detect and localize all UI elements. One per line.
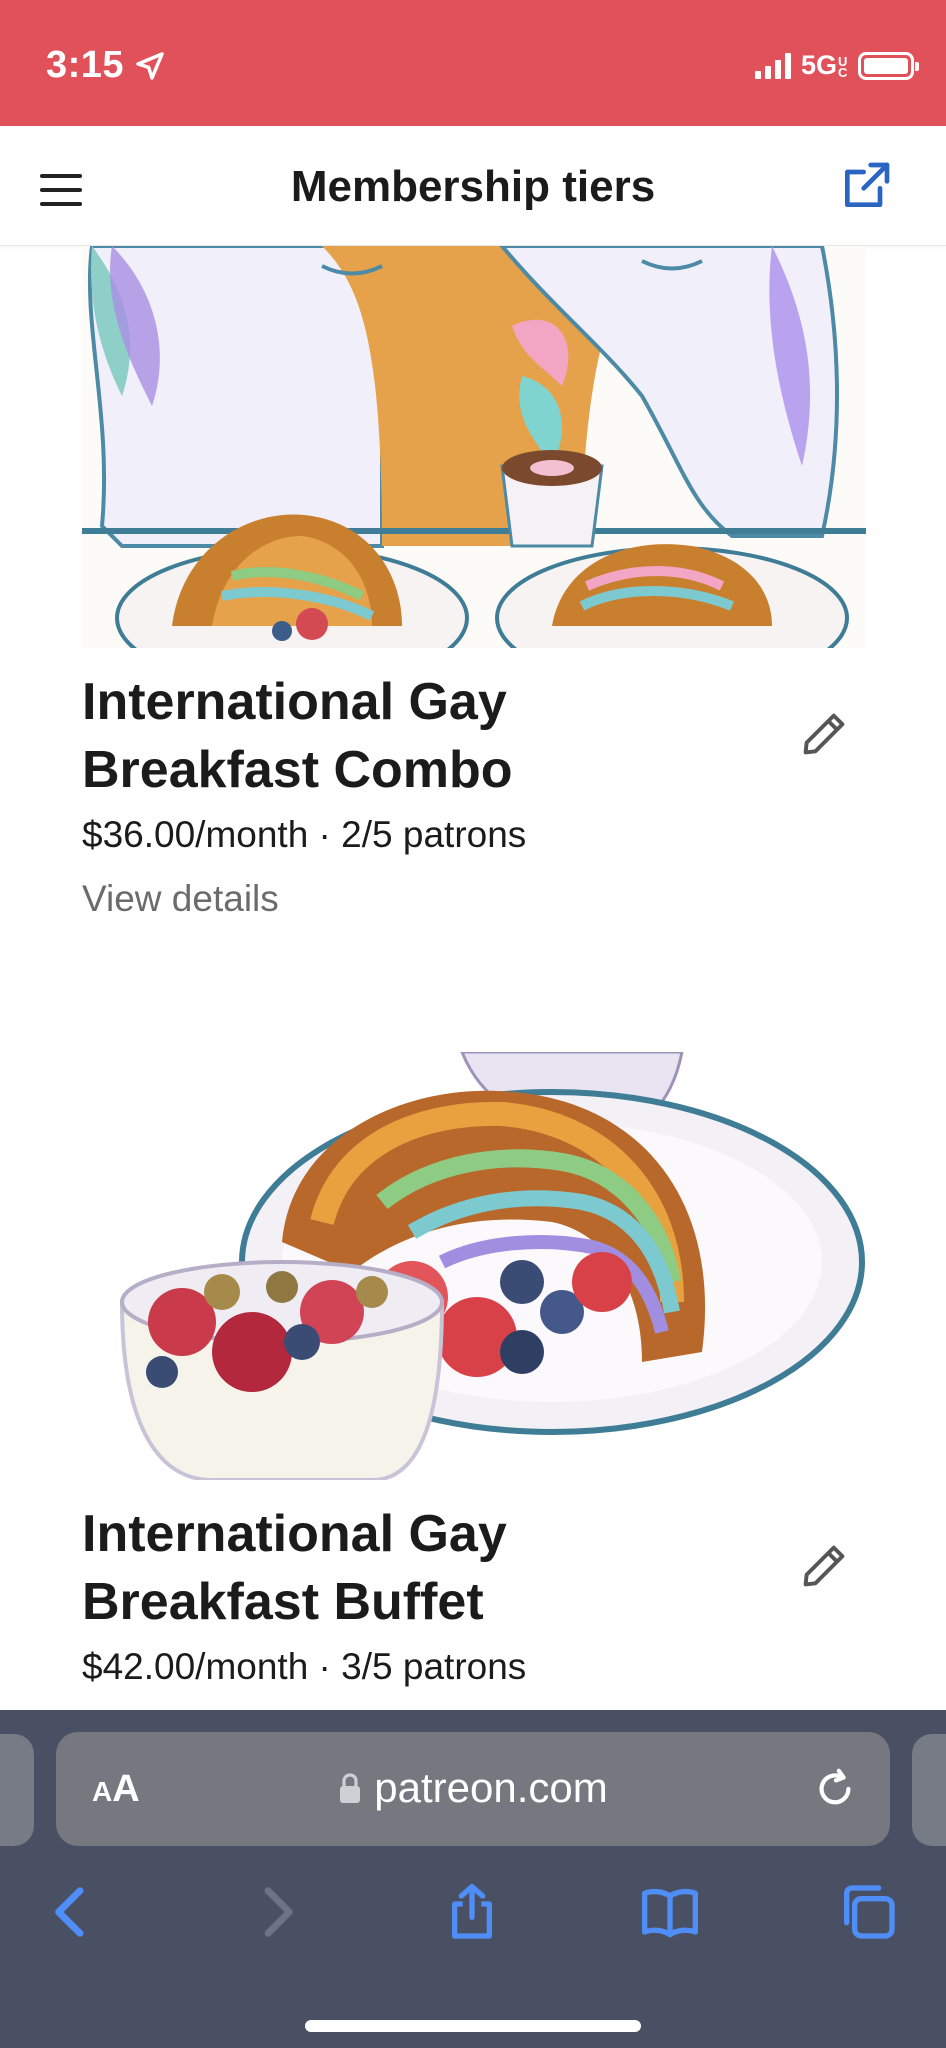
tier-name: International Gay Breakfast Combo — [82, 668, 722, 804]
reload-icon[interactable] — [812, 1766, 858, 1812]
home-indicator[interactable] — [305, 2020, 641, 2032]
status-indicators: 5GUC — [754, 50, 919, 81]
tabs-icon[interactable] — [836, 1880, 900, 1944]
status-bar: 3:15 5GUC — [0, 0, 946, 126]
tier-name: International Gay Breakfast Buffet — [82, 1500, 722, 1636]
battery-icon — [858, 51, 919, 80]
tier-image — [82, 1052, 866, 1480]
tier-card: International Gay Breakfast Buffet $42.0… — [0, 1052, 946, 1710]
forward-icon[interactable] — [244, 1880, 308, 1944]
bookmarks-icon[interactable] — [638, 1880, 702, 1944]
tier-list[interactable]: International Gay Breakfast Combo $36.00… — [0, 246, 946, 1710]
browser-toolbar — [0, 1866, 946, 1966]
external-link-icon[interactable] — [838, 158, 894, 214]
page-title: Membership tiers — [290, 162, 656, 211]
back-icon[interactable] — [40, 1880, 104, 1944]
lock-icon — [340, 1773, 361, 1803]
next-tab-preview[interactable] — [912, 1734, 946, 1846]
address-bar[interactable]: AA patreon.com — [56, 1732, 890, 1846]
tier-card: International Gay Breakfast Combo $36.00… — [0, 246, 946, 1046]
tier-price-patrons: $36.00/month · 2/5 patrons — [82, 814, 527, 855]
app-header: Membership tiers — [0, 126, 946, 246]
url-display[interactable]: patreon.com — [56, 1764, 890, 1812]
url-text: patreon.com — [374, 1764, 608, 1811]
tier-name-line: International Gay — [82, 673, 507, 731]
view-details-link[interactable]: View details — [82, 878, 279, 920]
tier-name-line: Breakfast Combo — [82, 741, 513, 799]
tier-price-patrons: $42.00/month · 3/5 patrons — [82, 1646, 527, 1687]
previous-tab-preview[interactable] — [0, 1734, 34, 1846]
clock-label: 3:15 — [46, 44, 125, 86]
location-arrow-icon — [136, 51, 164, 80]
pencil-icon[interactable] — [798, 1540, 850, 1592]
network-label: 5GUC — [800, 50, 848, 80]
status-time: 3:15 — [46, 44, 166, 87]
tier-image — [82, 246, 866, 648]
pencil-icon[interactable] — [798, 708, 850, 760]
tier-name-line: International Gay — [82, 1505, 507, 1563]
browser-bottom-bar: AA patreon.com — [0, 1710, 946, 2048]
cellular-signal-icon — [754, 52, 791, 79]
share-icon[interactable] — [440, 1880, 504, 1944]
tier-name-line: Breakfast Buffet — [82, 1573, 484, 1631]
